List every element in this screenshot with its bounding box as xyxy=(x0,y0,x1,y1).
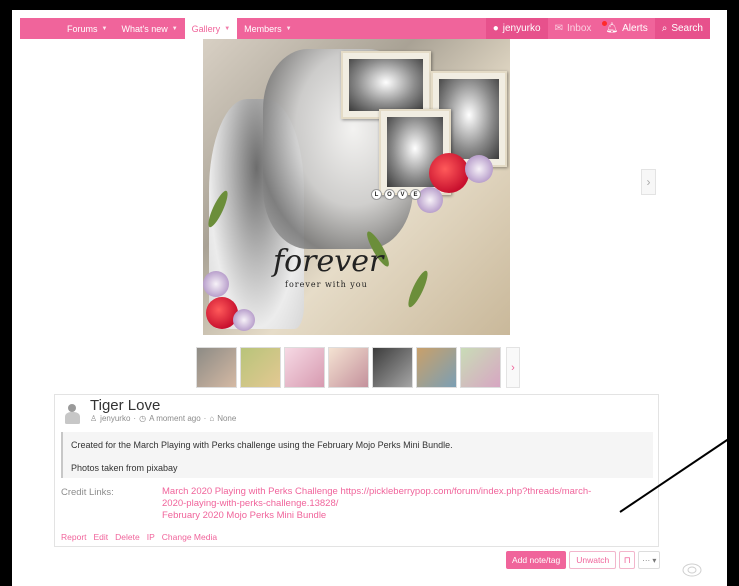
description-line: Created for the March Playing with Perks… xyxy=(71,440,453,450)
chevron-right-icon: › xyxy=(646,175,651,189)
media-meta: ♙ jenyurko · ◷ A moment ago · ⌂ None xyxy=(90,414,236,423)
gallery-main-image[interactable]: L O V E forever forever with you xyxy=(203,39,510,335)
user-avatar-icon: ● xyxy=(492,23,499,34)
thumbnail-strip: › xyxy=(196,347,520,388)
add-note-tag-button[interactable]: Add note/tag xyxy=(506,551,567,569)
description-line: Photos taken from pixabay xyxy=(71,463,178,473)
username: jenyurko xyxy=(502,23,541,34)
bell-icon: 🔔︎ xyxy=(605,23,619,34)
more-options-button[interactable]: ··· ▾ xyxy=(638,551,661,569)
ip-link[interactable]: IP xyxy=(147,532,155,542)
thumbnail-item[interactable] xyxy=(196,347,237,388)
thumbnail-item[interactable] xyxy=(372,347,413,388)
tag-icon: ⌂ xyxy=(209,414,215,423)
bead-letter: O xyxy=(384,189,395,200)
media-title: Tiger Love xyxy=(90,397,161,414)
user-menu[interactable]: ● jenyurko xyxy=(485,18,548,39)
meta-separator: · xyxy=(203,414,207,423)
chevron-down-icon: ▼ xyxy=(101,25,108,32)
meta-separator: · xyxy=(133,414,137,423)
search-link[interactable]: ⌕ Search xyxy=(654,18,710,39)
thumbnail-item[interactable] xyxy=(328,347,369,388)
credit-links-label: Credit Links: xyxy=(61,487,114,498)
chevron-right-icon: › xyxy=(511,361,515,374)
nav-members[interactable]: Members ▼ xyxy=(237,18,298,39)
thumbnail-item[interactable] xyxy=(460,347,501,388)
nav-members-label: Members xyxy=(244,23,282,34)
next-image-button[interactable]: › xyxy=(641,169,656,195)
delete-link[interactable]: Delete xyxy=(115,532,140,542)
image-script-text: forever xyxy=(273,244,384,279)
nav-user-area: ● jenyurko ✉ Inbox 🔔︎ Alerts ⌕ Search xyxy=(485,18,710,39)
inbox-link[interactable]: ✉ Inbox xyxy=(548,18,599,39)
image-flower xyxy=(233,309,255,331)
image-love-beads: L O V E xyxy=(371,189,421,200)
image-script-subtext: forever with you xyxy=(285,280,368,289)
chevron-down-icon: ▼ xyxy=(224,25,231,32)
image-leaf xyxy=(405,268,431,310)
clock-icon: ◷ xyxy=(139,414,147,423)
avatar[interactable] xyxy=(62,403,84,425)
search-icon: ⌕ xyxy=(661,23,668,34)
media-tags: None xyxy=(217,414,237,423)
edit-link[interactable]: Edit xyxy=(94,532,109,542)
bead-letter: E xyxy=(410,189,421,200)
change-media-link[interactable]: Change Media xyxy=(162,532,217,542)
unwatch-button[interactable]: Unwatch xyxy=(569,551,617,569)
nav-whats-new-label: What's new xyxy=(121,23,168,34)
media-info-panel: Tiger Love ♙ jenyurko · ◷ A moment ago ·… xyxy=(54,394,659,547)
alerts-link[interactable]: 🔔︎ Alerts xyxy=(598,18,654,39)
credit-link[interactable]: March 2020 Playing with Perks Challenge … xyxy=(162,486,647,498)
thumbnail-item[interactable] xyxy=(240,347,281,388)
top-navbar: Forums ▼ What's new ▼ Gallery ▼ Members … xyxy=(20,18,710,39)
bead-letter: L xyxy=(371,189,382,200)
report-link[interactable]: Report xyxy=(61,532,87,542)
envelope-icon: ✉ xyxy=(554,23,563,34)
nav-forums-label: Forums xyxy=(67,23,98,34)
media-actions: Report Edit Delete IP Change Media xyxy=(61,532,217,542)
alerts-label: Alerts xyxy=(622,23,648,34)
nav-forums[interactable]: Forums ▼ xyxy=(60,18,114,39)
nav-gallery-label: Gallery xyxy=(191,23,221,34)
credit-link[interactable]: February 2020 Mojo Perks Mini Bundle xyxy=(162,510,647,522)
credit-links: March 2020 Playing with Perks Challenge … xyxy=(162,486,647,522)
inbox-label: Inbox xyxy=(566,23,592,34)
thumbnail-next-button[interactable]: › xyxy=(506,347,520,388)
bookmark-icon: ⊓ xyxy=(623,554,631,565)
bookmark-button[interactable]: ⊓ xyxy=(619,551,636,569)
thumbnail-item[interactable] xyxy=(416,347,457,388)
image-flower xyxy=(465,155,493,183)
chevron-down-icon: ▼ xyxy=(285,25,292,32)
credit-link[interactable]: 2020-playing-with-perks-challenge.13828/ xyxy=(162,498,647,510)
nav-tabs: Forums ▼ What's new ▼ Gallery ▼ Members … xyxy=(20,18,299,39)
watermark-logo xyxy=(671,560,713,584)
media-button-row: Add note/tag Unwatch ⊓ ··· ▾ xyxy=(506,551,661,569)
thumbnail-item[interactable] xyxy=(284,347,325,388)
nav-gallery[interactable]: Gallery ▼ xyxy=(184,18,238,39)
image-flower xyxy=(203,271,229,297)
bead-letter: V xyxy=(397,189,408,200)
media-time[interactable]: A moment ago xyxy=(149,414,201,423)
search-label: Search xyxy=(671,23,703,34)
user-icon: ♙ xyxy=(90,414,98,423)
nav-whats-new[interactable]: What's new ▼ xyxy=(114,18,184,39)
media-author[interactable]: jenyurko xyxy=(100,414,130,423)
chevron-down-icon: ▼ xyxy=(171,25,178,32)
media-description: Created for the March Playing with Perks… xyxy=(61,432,653,478)
